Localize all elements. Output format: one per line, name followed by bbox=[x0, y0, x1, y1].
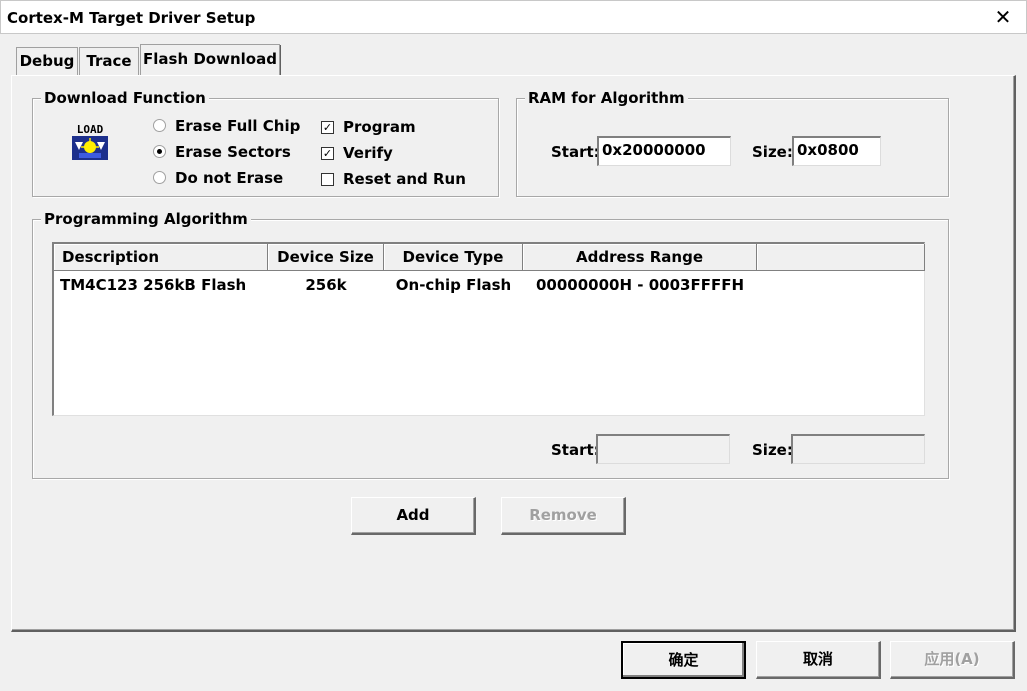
row-device-type: On-chip Flash bbox=[395, 276, 512, 294]
list-header: Description Device Size Device Type Addr… bbox=[54, 244, 925, 271]
apply-button[interactable]: 应用(A) bbox=[890, 641, 1015, 679]
tab-trace[interactable]: Trace bbox=[79, 47, 139, 75]
column-header-empty bbox=[757, 244, 925, 271]
erase-sectors-label: Erase Sectors bbox=[175, 143, 291, 161]
load-icon: LOAD bbox=[69, 123, 111, 163]
tab-debug[interactable]: Debug bbox=[16, 47, 78, 75]
column-header-device-type[interactable]: Device Type bbox=[384, 244, 523, 271]
remove-button[interactable]: Remove bbox=[501, 497, 626, 535]
cancel-button[interactable]: 取消 bbox=[756, 641, 881, 679]
algo-start-input[interactable] bbox=[596, 434, 730, 464]
column-header-address-range[interactable]: Address Range bbox=[523, 244, 757, 271]
do-not-erase-label: Do not Erase bbox=[175, 169, 284, 187]
row-description: TM4C123 256kB Flash bbox=[60, 276, 247, 294]
column-header-device-size[interactable]: Device Size bbox=[268, 244, 384, 271]
title-bar: Cortex-M Target Driver Setup ✕ bbox=[0, 0, 1027, 34]
tab-flash-download-label: Flash Download bbox=[143, 50, 277, 68]
ram-for-algorithm-group: RAM for Algorithm Start: 0x20000000 Size… bbox=[516, 89, 949, 197]
close-icon[interactable]: ✕ bbox=[990, 5, 1016, 31]
ram-size-label: Size: bbox=[752, 143, 793, 161]
tab-debug-label: Debug bbox=[19, 52, 75, 70]
algo-size-input[interactable] bbox=[791, 434, 925, 464]
verify-label: Verify bbox=[343, 144, 393, 162]
radio-indicator[interactable] bbox=[153, 119, 166, 132]
window-title: Cortex-M Target Driver Setup bbox=[7, 9, 256, 27]
reset-and-run-label: Reset and Run bbox=[343, 170, 466, 188]
erase-full-chip-label: Erase Full Chip bbox=[175, 117, 301, 135]
algorithm-list[interactable]: Description Device Size Device Type Addr… bbox=[52, 242, 925, 416]
checkbox-box[interactable] bbox=[321, 173, 334, 186]
tab-trace-label: Trace bbox=[86, 52, 132, 70]
algo-size-label: Size: bbox=[752, 441, 793, 459]
ram-start-label: Start: bbox=[551, 143, 600, 161]
load-icon-text: LOAD bbox=[77, 123, 104, 136]
add-button[interactable]: Add bbox=[351, 497, 476, 535]
radio-indicator-selected[interactable] bbox=[153, 145, 166, 158]
radio-indicator[interactable] bbox=[153, 171, 166, 184]
checkmark-icon[interactable]: ✓ bbox=[321, 147, 334, 160]
row-address-range: 00000000H - 0003FFFFH bbox=[535, 276, 744, 294]
ok-button[interactable]: 确定 bbox=[621, 641, 746, 679]
ram-for-algorithm-label: RAM for Algorithm bbox=[525, 89, 688, 107]
ram-size-input[interactable]: 0x0800 bbox=[792, 136, 881, 166]
programming-algorithm-label: Programming Algorithm bbox=[41, 210, 251, 228]
download-function-group: Download Function LOAD Erase Full Chip E… bbox=[32, 89, 499, 197]
download-function-label: Download Function bbox=[41, 89, 209, 107]
algo-start-label: Start: bbox=[551, 441, 600, 459]
row-device-size: 256k bbox=[305, 276, 347, 294]
program-label: Program bbox=[343, 118, 416, 136]
checkmark-icon[interactable]: ✓ bbox=[321, 121, 334, 134]
column-header-description[interactable]: Description bbox=[54, 244, 268, 271]
tab-flash-download[interactable]: Flash Download bbox=[140, 44, 281, 75]
ram-start-input[interactable]: 0x20000000 bbox=[597, 136, 731, 166]
